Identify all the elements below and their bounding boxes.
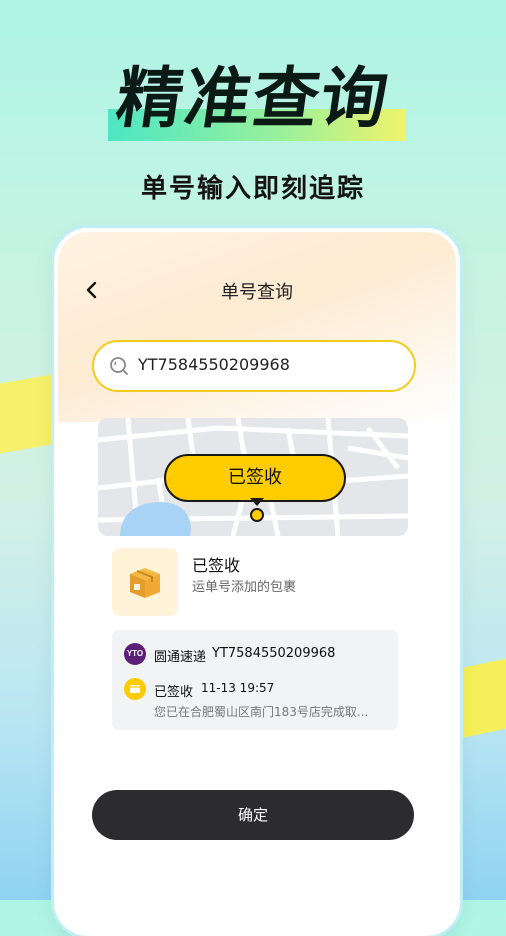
- header-background: [58, 232, 456, 422]
- page-title: 单号查询: [221, 282, 293, 303]
- courier-name: 圆通速递: [154, 650, 207, 665]
- hero-subtitle: 单号输入即刻追踪: [140, 174, 365, 204]
- package-status-subtitle: 运单号添加的包裹: [192, 580, 297, 595]
- delivery-description: 您已在合肥蜀山区南门183号店完成取...: [154, 705, 369, 719]
- package-status-title: 已签收: [192, 556, 241, 575]
- phone-mockup: 单号查询 YT7584550209968 已签收 已签收 运单号添加的包裹 YT…: [54, 228, 460, 936]
- package-thumbnail: [112, 548, 178, 616]
- map-badge-tail: [250, 498, 264, 506]
- search-bar[interactable]: [92, 340, 416, 392]
- confirm-button[interactable]: 确定: [92, 790, 414, 840]
- hero-banner: 精准查询: [0, 54, 506, 154]
- delivered-box-icon: [124, 678, 146, 700]
- search-icon: [110, 357, 128, 375]
- courier-logo-icon: YTO: [124, 643, 146, 665]
- tracking-card[interactable]: YTO 圆通速递 YT7584550209968 已签收 11-13 19:57…: [112, 630, 398, 730]
- delivery-status-label: 已签收: [154, 685, 194, 700]
- package-box-icon: [130, 568, 160, 598]
- tracking-number: YT7584550209968: [212, 646, 336, 661]
- location-pin-icon: [250, 508, 264, 522]
- map-status-badge: 已签收: [164, 454, 346, 502]
- search-input[interactable]: [138, 355, 398, 374]
- hero-title: 精准查询: [111, 60, 395, 137]
- delivery-time: 11-13 19:57: [201, 681, 275, 695]
